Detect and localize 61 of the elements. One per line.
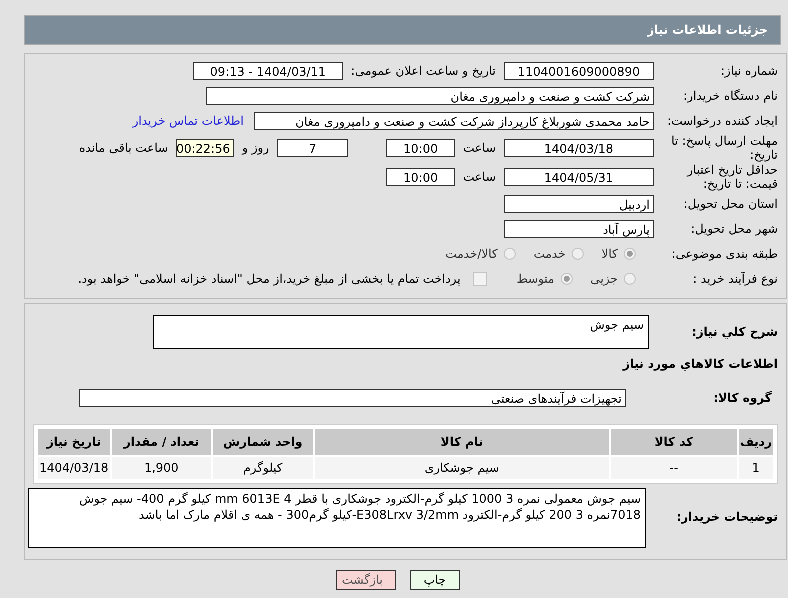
column-header: کد کالا xyxy=(611,429,738,455)
column-header: ردیف xyxy=(739,429,773,455)
field-label: شهر محل تحویل: xyxy=(690,222,779,236)
field-label: نام دستگاه خریدار: xyxy=(682,89,779,103)
buyer-contact-link[interactable]: اطلاعات تماس خریدار xyxy=(132,114,244,128)
remaining-time-field: 00:22:56 xyxy=(176,139,234,157)
field-label: توضیحات خریدار: xyxy=(676,510,779,524)
table-cell: 1 xyxy=(739,457,773,479)
table-cell: 1,900 xyxy=(112,457,212,479)
city-field: پارس آباد xyxy=(504,220,654,238)
deadline-date-field: 1404/03/18 xyxy=(504,139,654,157)
print-button[interactable]: چاپ xyxy=(410,570,460,590)
radio-button[interactable] xyxy=(504,248,516,260)
buyer-notes-textarea[interactable]: سیم جوش معمولی نمره 3 1000 کیلو گرم-الکترود جوشکاری با قطر 4 mm 6013E کیلو گرم 400- سیم جوش 7018نمره 3 200 کیلو گرم-الکترود E308Lrxv 3/2mm-کیلو گرم300 - همه ی اقلام مارک اما باشد xyxy=(28,488,646,548)
field-label: گروه کالا: xyxy=(712,391,773,405)
radio-label: کالا xyxy=(602,247,618,261)
days-label: روز و xyxy=(242,141,270,155)
need-number-field: 1104001609000890 xyxy=(504,62,654,80)
validity-date-field: 1404/05/31 xyxy=(504,168,654,186)
radio-button[interactable] xyxy=(624,248,636,260)
column-header: تاریخ نیاز xyxy=(38,429,110,455)
table-cell: کیلوگرم xyxy=(213,457,314,479)
checkbox[interactable] xyxy=(472,272,487,286)
payment-note: پرداخت تمام یا بخشی از مبلغ خرید،از محل "اسناد خزانه اسلامی" خواهد بود. xyxy=(78,272,461,286)
field-label: مهلت ارسال پاسخ: تا تاریخ: xyxy=(670,134,779,162)
summary-textarea[interactable]: سیم جوش xyxy=(153,315,649,349)
table-cell: 1404/03/18 xyxy=(38,457,110,479)
radio-button[interactable] xyxy=(572,248,584,260)
days-field: 7 xyxy=(277,139,348,157)
field-label: تاریخ و ساعت اعلان عمومی: xyxy=(351,64,496,78)
table-cell: -- xyxy=(611,457,738,479)
time-label: ساعت xyxy=(463,170,496,184)
field-label: استان محل تحویل: xyxy=(682,197,779,211)
field-label: شماره نیاز: xyxy=(720,64,779,78)
column-header: نام کالا xyxy=(315,429,610,455)
province-field: اردبیل xyxy=(504,195,654,213)
radio-label: متوسط xyxy=(516,272,555,286)
radio-button[interactable] xyxy=(624,273,636,285)
radio-label: کالا/خدمت xyxy=(446,247,498,261)
goods-group-field: تجهیزات فرآیندهای صنعتی xyxy=(79,389,626,407)
radio-label: جزیی xyxy=(590,272,618,286)
field-label: طبقه بندی موضوعی: xyxy=(670,247,779,261)
field-label: حداقل تاریخ اعتبار قیمت: تا تاریخ: xyxy=(686,163,779,191)
deadline-time-field: 10:00 xyxy=(386,139,456,157)
column-header: تعداد / مقدار xyxy=(112,429,212,455)
validity-time-field: 10:00 xyxy=(386,168,456,186)
radio-label: خدمت xyxy=(534,247,566,261)
field-label: نوع فرآیند خرید : xyxy=(692,272,779,286)
section-heading: اطلاعات کالاهاي مورد نیاز xyxy=(623,357,779,371)
field-label: ایجاد کننده درخواست: xyxy=(666,114,779,128)
field-label: شرح کلي نیاز: xyxy=(691,325,779,339)
radio-button[interactable] xyxy=(560,273,573,285)
remaining-label: ساعت باقی مانده xyxy=(79,141,168,155)
requester-field: حامد محمدی شوربلاغ کارپرداز شرکت کشت و صنعت و دامپروری مغان xyxy=(254,112,654,130)
time-label: ساعت xyxy=(463,141,496,155)
page-title: جزئیات اطلاعات نیاز xyxy=(647,23,768,37)
announce-date-field: 1404/03/11 - 09:13 xyxy=(193,62,344,80)
column-header: واحد شمارش xyxy=(213,429,314,455)
back-button[interactable]: بازگشت xyxy=(336,570,396,590)
table-cell: سیم جوشکاری xyxy=(315,457,610,479)
buyer-org-field: شرکت کشت و صنعت و دامپروری مغان xyxy=(206,87,654,105)
